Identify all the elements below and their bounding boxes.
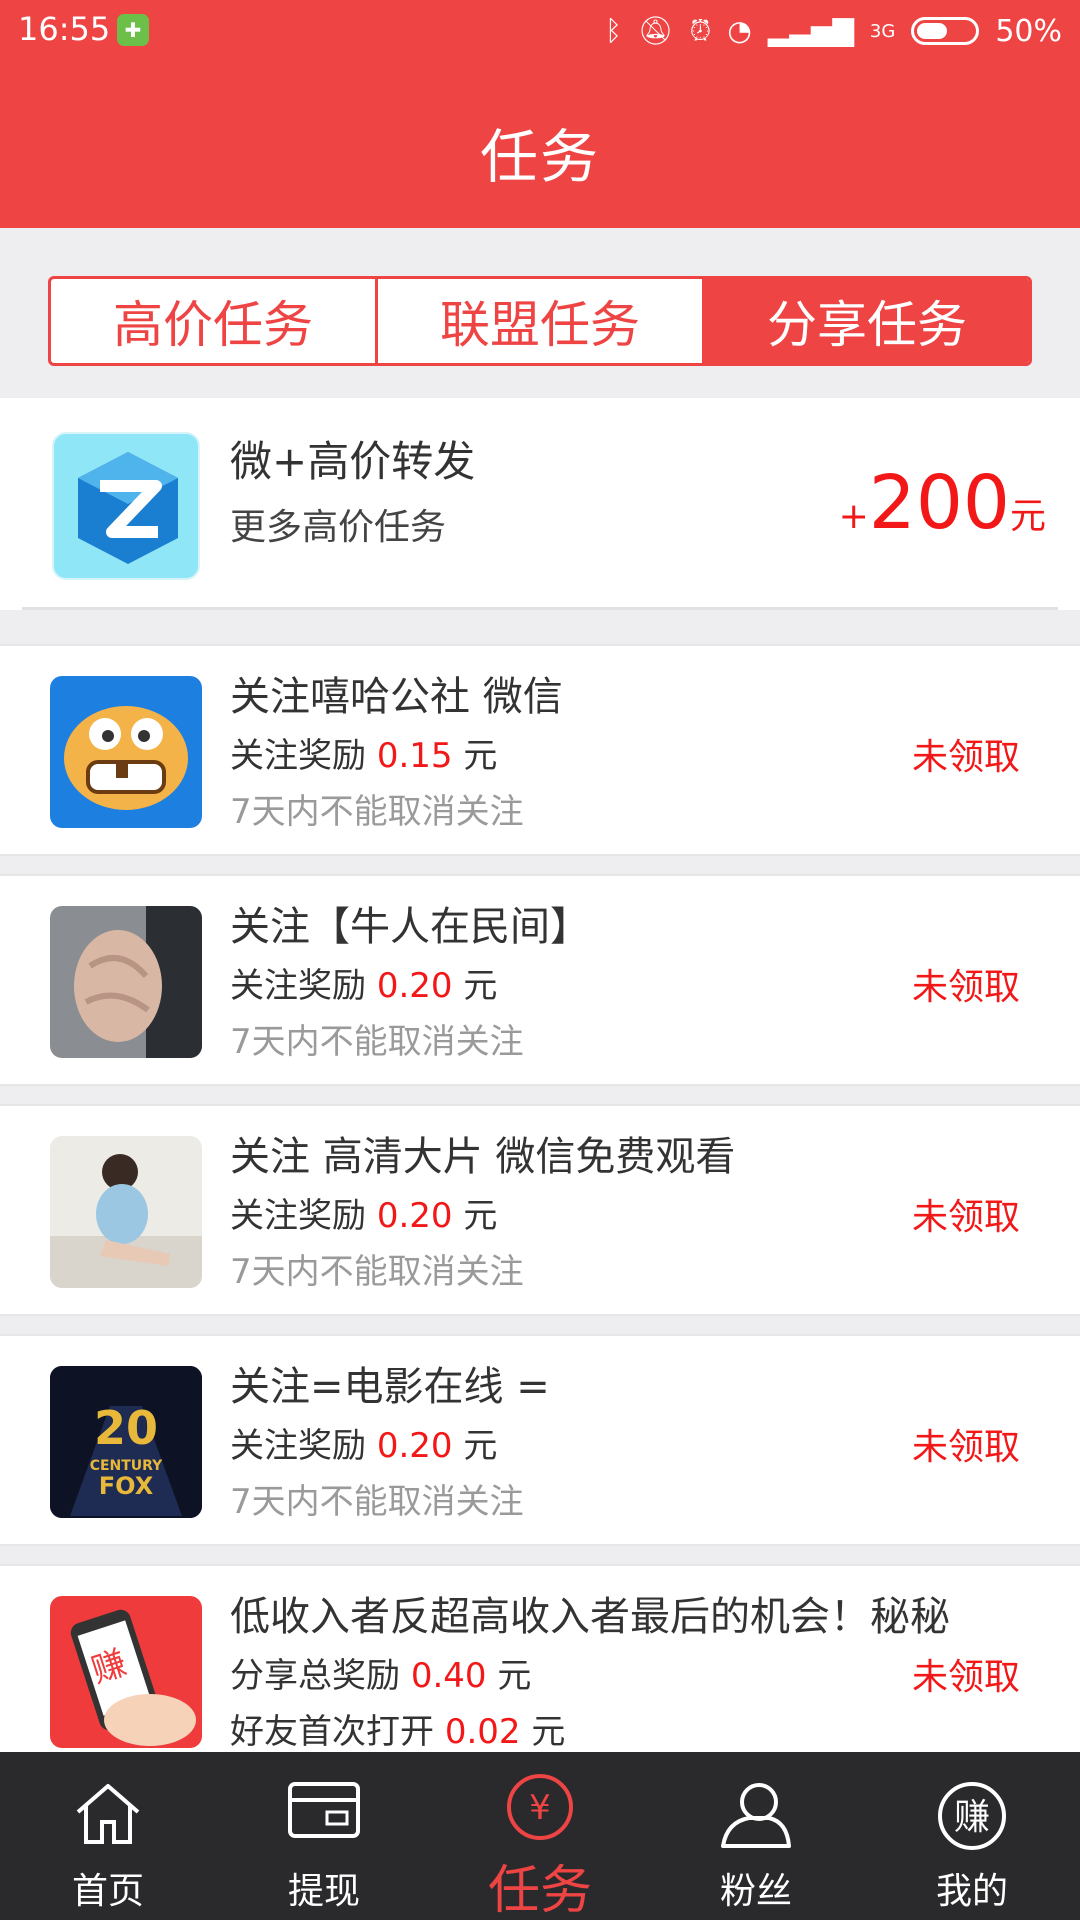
task-item[interactable]: 关注【牛人在民间】 关注奖励 0.20 元 7天内不能取消关注 未领取: [0, 874, 1080, 1086]
nav-label: 粉丝: [719, 1871, 792, 1912]
reward-value: 0.15: [376, 736, 453, 776]
earn-glyph: 赚: [954, 1797, 990, 1838]
task-icon-cartoon: [50, 676, 202, 828]
bluetooth-icon: ᛒ: [605, 14, 622, 47]
task-extra-reward: 好友首次打开 0.02 元: [230, 1704, 565, 1753]
task-reward: 关注奖励 0.20 元: [230, 1188, 497, 1237]
task-title: 关注【牛人在民间】: [230, 904, 590, 950]
featured-app-icon: [52, 432, 200, 580]
wallet-icon: [288, 1782, 360, 1838]
task-status[interactable]: 未领取: [912, 728, 1020, 780]
reward-value: 0.20: [376, 966, 453, 1006]
user-icon: [721, 1783, 791, 1848]
mute-bell-icon: 🔕︎: [637, 14, 674, 47]
nav-home[interactable]: 首页: [0, 1752, 216, 1920]
task-status[interactable]: 未领取: [912, 1418, 1020, 1470]
divider: [22, 607, 1058, 610]
reward-label: 关注奖励: [230, 736, 366, 776]
battery-icon: [911, 17, 980, 45]
reward-value: 0.40: [410, 1656, 487, 1696]
nav-label: 首页: [71, 1871, 144, 1912]
network-type: 3G: [869, 20, 896, 42]
app-header: 16:55 ✚ ᛒ 🔕︎ ⏰︎ ◔ ▂▃▅▇ 3G 50% 任务: [0, 0, 1080, 228]
battery-level: 50%: [995, 13, 1062, 49]
task-title: 关注嘻哈公社 微信: [230, 674, 563, 720]
tab-share[interactable]: 分享任务: [705, 279, 1029, 363]
reward-label: 关注奖励: [230, 1196, 366, 1236]
reward-value: 0.20: [376, 1196, 453, 1236]
reward-label: 关注奖励: [230, 1426, 366, 1466]
task-reward: 关注奖励 0.20 元: [230, 1418, 497, 1467]
task-reward: 关注奖励 0.20 元: [230, 958, 497, 1007]
reward-unit: 元: [463, 1196, 498, 1236]
task-status[interactable]: 未领取: [912, 1648, 1020, 1700]
reward-unit: 元: [497, 1656, 532, 1696]
task-reward: 分享总奖励 0.40 元: [230, 1648, 531, 1697]
nav-label: 提现: [287, 1871, 360, 1912]
svg-text:FOX: FOX: [99, 1472, 154, 1500]
task-type-tabs: 高价任务 联盟任务 分享任务: [48, 276, 1032, 366]
task-icon-photo: [50, 1136, 202, 1288]
alarm-icon: ⏰︎: [689, 14, 712, 47]
wifi-icon: ◔: [727, 14, 752, 47]
svg-text:20: 20: [94, 1401, 158, 1455]
task-title: 低收入者反超高收入者最后的机会！秘秘: [230, 1594, 950, 1640]
task-item[interactable]: 关注嘻哈公社 微信 关注奖励 0.15 元 7天内不能取消关注 未领取: [0, 644, 1080, 856]
featured-task[interactable]: 微+高价转发 更多高价任务 + 200 元: [0, 398, 1080, 610]
extra-reward-unit: 元: [531, 1712, 566, 1752]
task-icon-photo: [50, 906, 202, 1058]
reward-label: 分享总奖励: [230, 1656, 400, 1696]
home-icon: [76, 1784, 140, 1844]
task-icon-logo: 20 CENTURY FOX: [50, 1366, 202, 1518]
yuan-icon: ¥: [507, 1774, 573, 1840]
nav-label: 我的: [935, 1871, 1008, 1912]
task-icon-earn: 赚: [50, 1596, 202, 1748]
status-icons: ᛒ 🔕︎ ⏰︎ ◔ ▂▃▅▇ 3G 50%: [605, 8, 1062, 54]
page-title: 任务: [479, 123, 600, 191]
task-note: 7天内不能取消关注: [230, 1022, 524, 1062]
nav-fans[interactable]: 粉丝: [648, 1752, 864, 1920]
task-reward: 关注奖励 0.15 元: [230, 728, 497, 777]
task-title: 关注=电影在线 =: [230, 1364, 550, 1410]
task-status[interactable]: 未领取: [912, 1188, 1020, 1240]
reward-label: 关注奖励: [230, 966, 366, 1006]
nav-label: 任务: [487, 1861, 592, 1920]
featured-subtitle: 更多高价任务: [230, 507, 447, 548]
reward-unit: 元: [463, 966, 498, 1006]
task-note: 7天内不能取消关注: [230, 1482, 524, 1522]
task-note: 7天内不能取消关注: [230, 792, 524, 832]
nav-withdraw[interactable]: 提现: [216, 1752, 432, 1920]
tab-alliance[interactable]: 联盟任务: [378, 279, 705, 363]
reward-unit: 元: [463, 1426, 498, 1466]
tab-high-price[interactable]: 高价任务: [51, 279, 378, 363]
task-item[interactable]: 关注 高清大片 微信免费观看 关注奖励 0.20 元 7天内不能取消关注 未领取: [0, 1104, 1080, 1316]
signal-icon: ▂▃▅▇: [767, 14, 854, 47]
reward-unit: 元: [1009, 496, 1046, 537]
reward-value: 0.20: [376, 1426, 453, 1466]
task-status[interactable]: 未领取: [912, 958, 1020, 1010]
security-shield-icon: ✚: [117, 14, 149, 46]
task-note: 7天内不能取消关注: [230, 1252, 524, 1292]
status-bar: 16:55 ✚ ᛒ 🔕︎ ⏰︎ ◔ ▂▃▅▇ 3G 50%: [0, 0, 1080, 64]
extra-reward-label: 好友首次打开: [230, 1712, 434, 1752]
task-title: 关注 高清大片 微信免费观看: [230, 1134, 736, 1180]
featured-reward: + 200 元: [839, 460, 1046, 546]
nav-tasks[interactable]: ¥ 任务: [432, 1752, 648, 1920]
featured-title: 微+高价转发: [230, 437, 476, 486]
status-time: 16:55: [18, 10, 111, 48]
earn-icon: 赚: [938, 1782, 1006, 1850]
task-item[interactable]: 赚 低收入者反超高收入者最后的机会！秘秘 分享总奖励 0.40 元 好友首次打开…: [0, 1564, 1080, 1764]
reward-value: 200: [868, 460, 1010, 546]
yuan-symbol: ¥: [529, 1788, 551, 1828]
bottom-nav: 首页 提现 ¥ 任务 粉丝 赚 我的: [0, 1752, 1080, 1920]
reward-unit: 元: [463, 736, 498, 776]
extra-reward-value: 0.02: [444, 1712, 521, 1752]
task-item[interactable]: 20 CENTURY FOX 关注=电影在线 = 关注奖励 0.20 元 7天内…: [0, 1334, 1080, 1546]
reward-prefix: +: [838, 496, 869, 537]
nav-mine[interactable]: 赚 我的: [864, 1752, 1080, 1920]
